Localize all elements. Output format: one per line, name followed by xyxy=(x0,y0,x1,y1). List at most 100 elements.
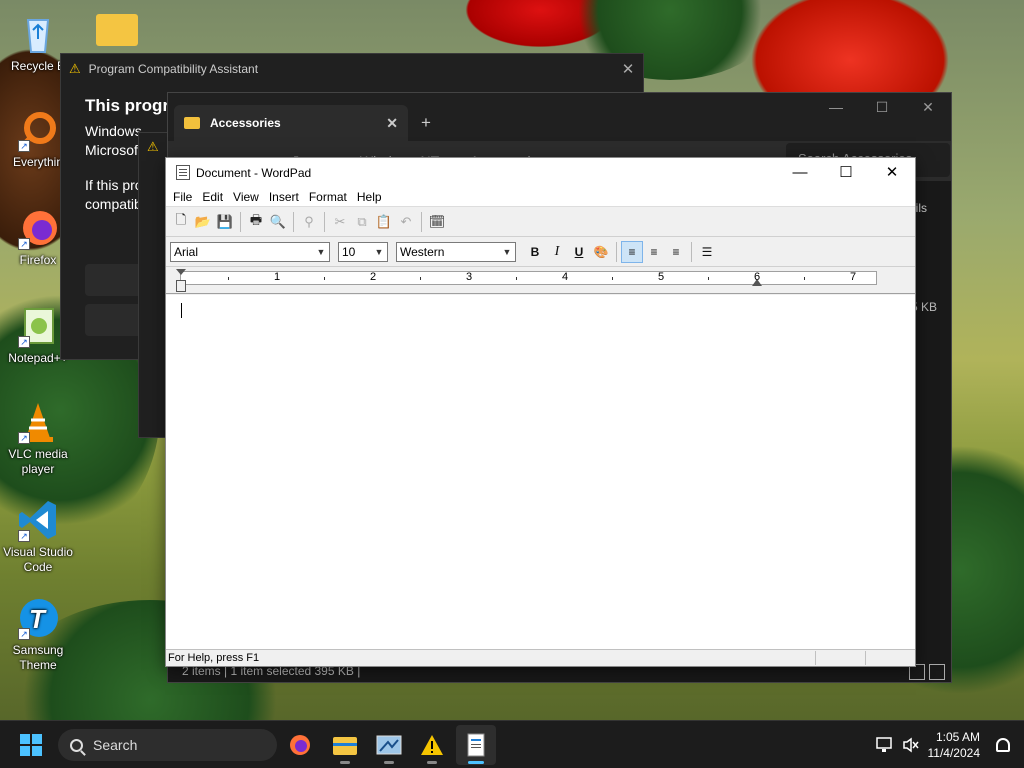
font-name-value: Arial xyxy=(174,244,199,259)
open-folder-icon[interactable]: 📂 xyxy=(192,211,214,233)
ruler-number: 1 xyxy=(274,271,281,283)
desktop-icon-vlc[interactable]: ↗ VLC media player xyxy=(0,400,76,477)
new-tab-button[interactable]: + xyxy=(408,105,444,141)
close-icon[interactable]: ✕ xyxy=(905,99,951,116)
wordpad-title-bar[interactable]: Document - WordPad — ☐ ✕ xyxy=(166,158,915,187)
shortcut-arrow-icon: ↗ xyxy=(18,140,30,152)
taskbar-wordpad[interactable] xyxy=(456,725,496,765)
print-icon[interactable]: 🖶 xyxy=(245,211,267,233)
wordpad-app-icon xyxy=(176,165,190,180)
folder-icon xyxy=(184,117,200,129)
samsung-theme-icon: T ↗ xyxy=(16,596,60,640)
left-indent-marker[interactable] xyxy=(176,280,186,292)
font-name-select[interactable]: Arial ▼ xyxy=(170,241,330,262)
find-icon[interactable]: ⚲ xyxy=(298,211,320,233)
menu-help[interactable]: Help xyxy=(352,190,387,204)
status-cells xyxy=(815,651,915,665)
align-left-icon[interactable]: ≡ xyxy=(621,240,643,263)
details-button[interactable]: ils xyxy=(916,201,927,215)
taskbar-firefox[interactable] xyxy=(280,725,320,765)
svg-text:T: T xyxy=(29,604,47,634)
toolbar-separator xyxy=(616,241,617,262)
underline-icon[interactable]: U xyxy=(568,241,590,263)
document-editor[interactable] xyxy=(166,295,915,650)
close-icon[interactable]: ✕ xyxy=(613,60,643,78)
ruler-tick xyxy=(228,277,229,280)
compatibility-title-bar[interactable]: ⚠ Program Compatibility Assistant ✕ xyxy=(61,54,643,84)
color-palette-icon[interactable]: 🎨 xyxy=(590,241,612,263)
ruler-tick xyxy=(324,277,325,280)
running-indicator xyxy=(427,761,437,764)
ruler-strip xyxy=(180,271,877,285)
save-icon[interactable]: 💾 xyxy=(214,211,236,233)
ruler-tick xyxy=(516,277,517,280)
desktop-icon-label: Notepad++ xyxy=(8,351,68,365)
toolbar-separator xyxy=(324,211,325,232)
active-indicator xyxy=(468,761,484,764)
firefox-icon: ↗ xyxy=(16,206,60,250)
taskbar: Search 1:05 AM 11/4/2024 xyxy=(0,720,1024,768)
ruler-number: 5 xyxy=(658,271,665,283)
print-preview-icon[interactable]: 🔍 xyxy=(267,211,289,233)
status-cell xyxy=(865,651,915,665)
new-document-icon[interactable]: 🗋 xyxy=(170,211,192,233)
start-button[interactable] xyxy=(20,734,42,756)
close-tab-icon[interactable]: ✕ xyxy=(386,115,398,132)
close-icon[interactable]: ✕ xyxy=(869,158,915,187)
chevron-down-icon[interactable]: ▼ xyxy=(371,243,387,261)
tab-accessories[interactable]: Accessories ✕ xyxy=(174,105,408,141)
ruler-tick xyxy=(612,277,613,280)
menu-file[interactable]: File xyxy=(168,190,197,204)
script-select[interactable]: Western ▼ xyxy=(396,241,516,262)
shortcut-arrow-icon: ↗ xyxy=(18,432,30,444)
ruler[interactable]: 1 2 3 4 5 6 7 xyxy=(166,267,915,294)
font-size-select[interactable]: 10 ▼ xyxy=(338,241,388,262)
cut-icon[interactable]: ✂ xyxy=(329,211,351,233)
ruler-number: 3 xyxy=(466,271,473,283)
tiles-view-icon[interactable] xyxy=(929,664,945,680)
undo-icon[interactable]: ↶ xyxy=(395,211,417,233)
volume-muted-icon[interactable] xyxy=(902,737,920,753)
ruler-number: 4 xyxy=(562,271,569,283)
windows-logo-icon xyxy=(20,734,30,744)
menu-insert[interactable]: Insert xyxy=(264,190,304,204)
ruler-tick xyxy=(708,277,709,280)
desktop-icon-label: Firefox xyxy=(19,253,57,267)
desktop-icon-samsung-theme[interactable]: T ↗ Samsung Theme xyxy=(0,596,76,673)
status-text: For Help, press F1 xyxy=(168,652,260,664)
maximize-icon[interactable]: ☐ xyxy=(859,99,905,116)
toolbar-separator xyxy=(293,211,294,232)
copy-icon[interactable]: ⧉ xyxy=(351,211,373,233)
taskbar-file-explorer[interactable] xyxy=(325,725,365,765)
menu-format[interactable]: Format xyxy=(304,190,352,204)
maximize-icon[interactable]: ☐ xyxy=(823,158,869,187)
menu-edit[interactable]: Edit xyxy=(197,190,228,204)
running-indicator xyxy=(340,761,350,764)
taskbar-search-box[interactable]: Search xyxy=(58,729,277,761)
network-icon[interactable] xyxy=(875,737,894,753)
align-right-icon[interactable]: ≡ xyxy=(665,241,687,263)
italic-icon[interactable]: I xyxy=(546,241,568,263)
ruler-number: 6 xyxy=(754,271,761,283)
menu-view[interactable]: View xyxy=(228,190,264,204)
notification-bell-icon[interactable] xyxy=(996,738,1010,752)
align-center-icon[interactable]: ≡ xyxy=(643,241,665,263)
chevron-down-icon[interactable]: ▼ xyxy=(499,243,515,261)
chevron-down-icon[interactable]: ▼ xyxy=(313,243,329,261)
insert-date-time-icon[interactable]: 🗓 xyxy=(426,211,448,233)
folder-icon[interactable] xyxy=(96,14,138,46)
toolbar-separator xyxy=(421,211,422,232)
paste-icon[interactable]: 📋 xyxy=(373,211,395,233)
clock[interactable]: 1:05 AM 11/4/2024 xyxy=(928,729,981,761)
first-line-indent-marker[interactable] xyxy=(176,269,186,275)
wordpad-window[interactable]: Document - WordPad — ☐ ✕ File Edit View … xyxy=(165,157,916,667)
desktop-icon-vscode[interactable]: ↗ Visual Studio Code xyxy=(0,498,76,575)
bold-icon[interactable]: B xyxy=(524,241,546,263)
minimize-icon[interactable]: — xyxy=(813,99,859,116)
menu-bar: File Edit View Insert Format Help xyxy=(166,187,915,207)
minimize-icon[interactable]: — xyxy=(777,158,823,187)
bullets-icon[interactable]: ☰ xyxy=(696,241,718,263)
taskbar-app-installer[interactable] xyxy=(369,725,409,765)
warning-icon: ⚠ xyxy=(147,139,159,154)
taskbar-compatibility-assistant[interactable] xyxy=(412,725,452,765)
